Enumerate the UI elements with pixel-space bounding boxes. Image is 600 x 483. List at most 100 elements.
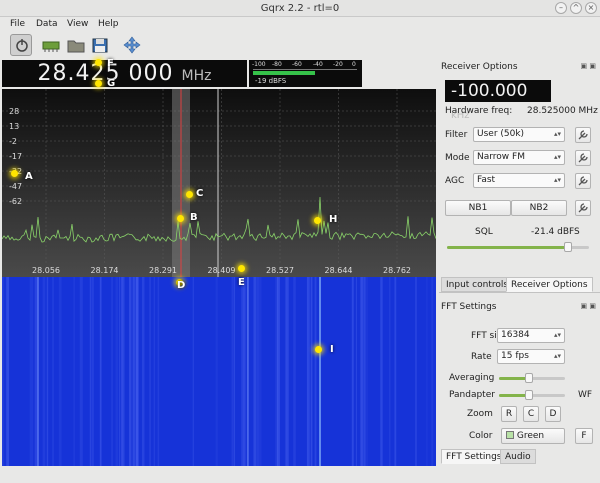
device-settings-button[interactable] xyxy=(40,34,62,56)
spin-arrows-icon: ▴▾ xyxy=(553,130,561,138)
marker-h xyxy=(314,217,321,224)
freq-tick-label: 28.291 xyxy=(149,266,177,275)
toolbar xyxy=(0,31,600,59)
marker-label-b: B xyxy=(190,212,198,223)
wf-label: WF xyxy=(578,390,593,400)
spin-arrows-icon: ▴▾ xyxy=(553,331,561,339)
mode-options-button[interactable] xyxy=(575,150,591,166)
dock-buttons[interactable]: ▣ ▣ xyxy=(581,62,596,70)
sql-label: SQL xyxy=(475,227,493,237)
power-button[interactable] xyxy=(10,34,32,56)
agc-options-button[interactable] xyxy=(575,173,591,189)
filter-select-value: User (50k) xyxy=(477,129,525,139)
fullscreen-button[interactable] xyxy=(121,34,143,56)
menu-data[interactable]: Data xyxy=(36,17,58,31)
fft-rate-value: 15 fps xyxy=(501,351,529,361)
wrench-icon xyxy=(578,176,588,186)
marker-c xyxy=(186,191,193,198)
title-bar: Gqrx 2.2 - rtl=0 – ^ × xyxy=(0,0,600,17)
mode-label: Mode xyxy=(445,153,470,163)
marker-label-h: H xyxy=(329,214,338,225)
right-panel: Receiver Options ▣ ▣ -100.000 kHz Hardwa… xyxy=(439,59,600,483)
nb1-button[interactable]: NB1 xyxy=(445,200,511,216)
filter-select[interactable]: User (50k) ▴▾ xyxy=(473,127,565,142)
tab-audio[interactable]: Audio xyxy=(500,449,536,464)
spectrum-graph: 2813-2-17-32-47-6228.05628.17428.29128.4… xyxy=(2,89,436,277)
dock-buttons[interactable]: ▣ ▣ xyxy=(581,302,596,310)
db-tick-label: 28 xyxy=(9,107,19,116)
waterfall-display[interactable] xyxy=(2,277,436,466)
agc-select[interactable]: Fast ▴▾ xyxy=(473,173,565,188)
waterfall-graph xyxy=(2,277,434,466)
agc-label: AGC xyxy=(445,176,465,186)
filter-offset-display[interactable]: -100.000 kHz xyxy=(445,80,551,121)
pandapter-slider-knob[interactable] xyxy=(524,390,533,400)
tab-input-controls[interactable]: Input controls xyxy=(441,277,514,292)
marker-label-a: A xyxy=(25,171,33,182)
fill-button[interactable]: F xyxy=(575,428,593,444)
freq-tick-label: 28.644 xyxy=(325,266,353,275)
spectrum-trace xyxy=(2,196,436,243)
marker-label-g: G xyxy=(107,78,116,89)
freq-tick-label: 28.409 xyxy=(208,266,236,275)
minimize-button[interactable]: – xyxy=(555,2,567,14)
sql-slider-fill xyxy=(447,246,568,249)
frequency-display[interactable]: 28.425 000 MHz xyxy=(2,60,247,87)
filter-label: Filter xyxy=(445,130,468,140)
hardware-freq-value: 28.525000 MHz xyxy=(527,106,598,116)
zoom-label: Zoom xyxy=(467,409,493,419)
zoom-reset-button[interactable]: R xyxy=(501,406,517,422)
marker-b xyxy=(177,215,184,222)
spectrum-plot[interactable]: 2813-2-17-32-47-6228.05628.17428.29128.4… xyxy=(2,89,436,277)
nb-options-button[interactable] xyxy=(575,200,591,216)
db-tick-label: -62 xyxy=(9,197,22,206)
power-icon xyxy=(16,39,28,52)
menu-bar: File Data View Help xyxy=(0,17,600,31)
folder-icon xyxy=(67,40,85,53)
marker-a xyxy=(11,170,18,177)
meter-scale-label: -60 xyxy=(292,61,302,68)
meter-level-bar xyxy=(253,71,316,75)
fft-size-select[interactable]: 16384 ▴▾ xyxy=(497,328,565,343)
filter-offset-value[interactable]: -100.000 xyxy=(451,81,527,101)
filter-options-button[interactable] xyxy=(575,127,591,143)
signal-meter: -100 -80 -60 -40 -20 0 -19 dBFS xyxy=(249,60,362,87)
mode-select-value: Narrow FM xyxy=(477,152,525,162)
mode-select[interactable]: Narrow FM ▴▾ xyxy=(473,150,565,165)
meter-scale-label: -20 xyxy=(333,61,343,68)
open-button[interactable] xyxy=(65,34,87,56)
save-icon xyxy=(92,38,108,53)
color-picker-button[interactable]: Green xyxy=(501,428,565,444)
fft-size-value: 16384 xyxy=(501,330,530,340)
color-label: Color xyxy=(469,431,493,441)
menu-file[interactable]: File xyxy=(10,17,25,31)
zoom-demod-button[interactable]: D xyxy=(545,406,561,422)
marker-i xyxy=(315,346,322,353)
sql-value: -21.4 dBFS xyxy=(531,227,580,237)
db-tick-label: 13 xyxy=(9,122,19,131)
fft-rate-label: Rate xyxy=(471,352,492,362)
db-tick-label: -17 xyxy=(9,152,22,161)
agc-select-value: Fast xyxy=(477,175,496,185)
marker-g xyxy=(95,80,102,87)
nb2-button[interactable]: NB2 xyxy=(511,200,567,216)
averaging-slider-knob[interactable] xyxy=(524,373,533,383)
meter-scale-label: -80 xyxy=(272,61,282,68)
fft-rate-select[interactable]: 15 fps ▴▾ xyxy=(497,349,565,364)
maximize-button[interactable]: ^ xyxy=(570,2,582,14)
menu-view[interactable]: View xyxy=(67,17,88,31)
averaging-label: Averaging xyxy=(449,373,495,383)
move-arrows-icon xyxy=(123,36,141,54)
frequency-unit: MHz xyxy=(181,68,212,84)
tab-fft-settings[interactable]: FFT Settings xyxy=(441,449,507,464)
zoom-center-button[interactable]: C xyxy=(523,406,539,422)
freq-tick-label: 28.527 xyxy=(266,266,294,275)
sql-slider-knob[interactable] xyxy=(563,242,572,252)
freq-tick-label: 28.762 xyxy=(383,266,411,275)
tab-receiver-options[interactable]: Receiver Options xyxy=(506,277,593,292)
menu-help[interactable]: Help xyxy=(98,17,119,31)
spin-arrows-icon: ▴▾ xyxy=(553,176,561,184)
save-button[interactable] xyxy=(89,34,111,56)
close-button[interactable]: × xyxy=(585,2,597,14)
frequency-digits[interactable]: 28.425 000 xyxy=(38,61,174,86)
